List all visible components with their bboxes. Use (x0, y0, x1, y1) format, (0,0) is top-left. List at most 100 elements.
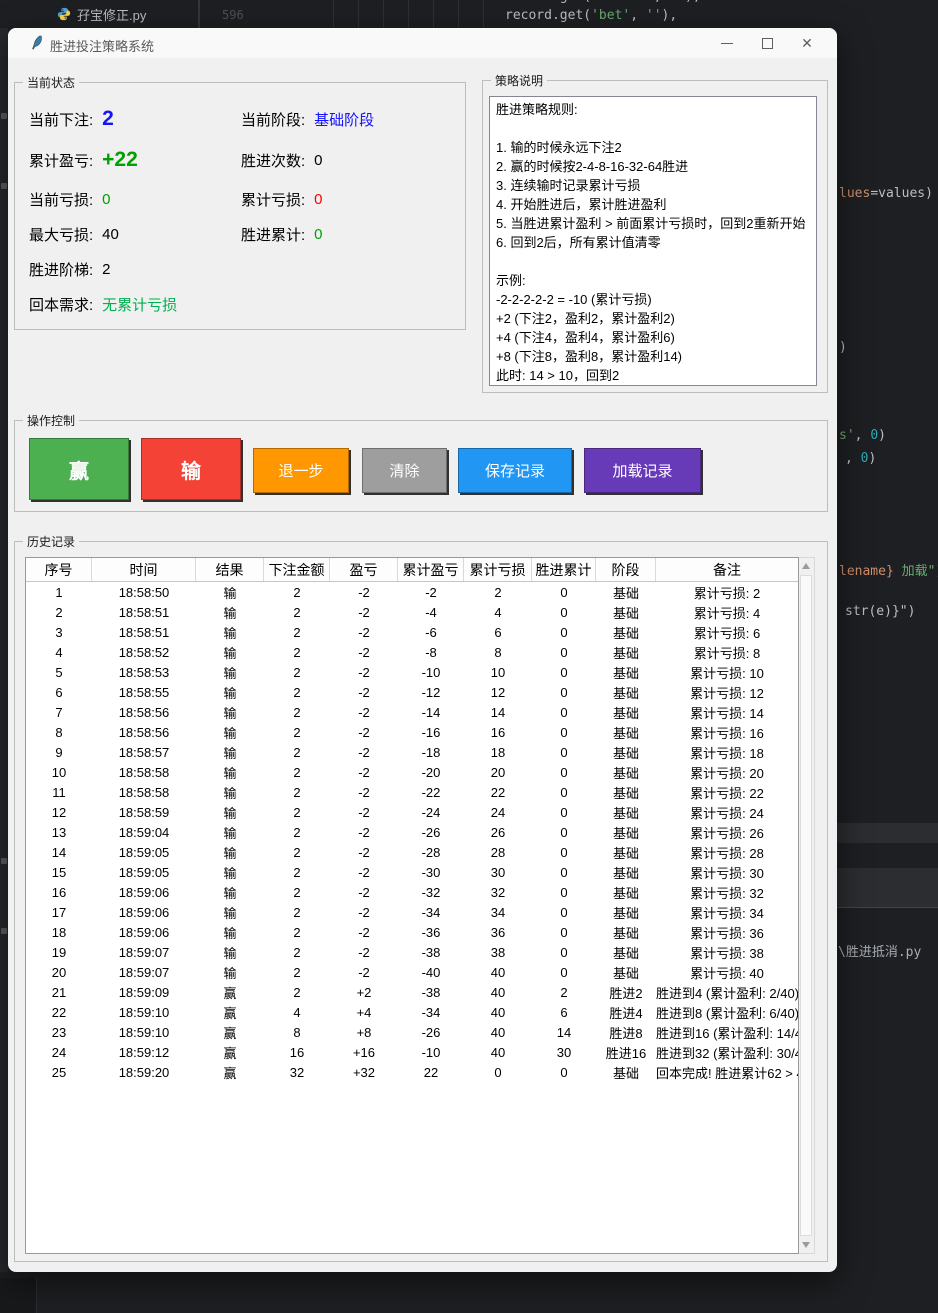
history-row[interactable]: 1318:59:04输2-2-26260基础累计亏损: 26 (26, 822, 798, 842)
minimize-button[interactable] (707, 28, 747, 58)
scrollbar-thumb[interactable] (800, 575, 812, 1236)
cell-value: 基础 (613, 823, 639, 842)
history-row[interactable]: 2518:59:20赢32+322200基础回本完成! 胜进累计62 > 40 (26, 1062, 798, 1082)
history-row[interactable]: 2318:59:10赢8+8-264014胜进8胜进到16 (累计盈利: 14/… (26, 1022, 798, 1042)
history-row[interactable]: 718:58:56输2-2-14140基础累计亏损: 14 (26, 702, 798, 722)
history-row[interactable]: 1418:59:05输2-2-28280基础累计亏损: 28 (26, 842, 798, 862)
column-header-4[interactable]: 盈亏 (330, 558, 398, 581)
history-cell: 38 (464, 942, 532, 962)
history-cell: 15 (26, 862, 92, 882)
history-cell: 5 (26, 662, 92, 682)
cell-value: 18:59:20 (119, 1065, 170, 1080)
history-cell: 19 (26, 942, 92, 962)
history-row[interactable]: 418:58:52输2-2-880基础累计亏损: 8 (26, 642, 798, 662)
column-header-6[interactable]: 累计亏损 (464, 558, 532, 581)
history-row[interactable]: 218:58:51输2-2-440基础累计亏损: 4 (26, 602, 798, 622)
clear-button[interactable]: 清除 (362, 448, 447, 493)
history-row[interactable]: 1018:58:58输2-2-20200基础累计亏损: 20 (26, 762, 798, 782)
history-row[interactable]: 2018:59:07输2-2-40400基础累计亏损: 40 (26, 962, 798, 982)
win-button[interactable]: 赢 (29, 438, 129, 500)
history-row[interactable]: 2218:59:10赢4+4-34406胜进4胜进到8 (累计盈利: 6/40) (26, 1002, 798, 1022)
history-row[interactable]: 318:58:51输2-2-660基础累计亏损: 6 (26, 622, 798, 642)
history-row[interactable]: 1818:59:06输2-2-36360基础累计亏损: 36 (26, 922, 798, 942)
status-item-left-1: 累计盈亏:+22 (29, 145, 138, 175)
history-cell: -36 (398, 922, 464, 942)
cell-value: 累计亏损: 12 (690, 683, 764, 702)
history-cell: -38 (398, 942, 464, 962)
history-row[interactable]: 918:58:57输2-2-18180基础累计亏损: 18 (26, 742, 798, 762)
history-row[interactable]: 818:58:56输2-2-16160基础累计亏损: 16 (26, 722, 798, 742)
column-header-3[interactable]: 下注金额 (264, 558, 330, 581)
column-header-5[interactable]: 累计盈亏 (398, 558, 464, 581)
history-row[interactable]: 1918:59:07输2-2-38380基础累计亏损: 38 (26, 942, 798, 962)
cell-value: -16 (422, 725, 441, 740)
maximize-button[interactable] (747, 28, 787, 58)
ide-panel-splitter[interactable] (198, 0, 200, 28)
ide-file-item[interactable]: 孖宝修正.py (57, 4, 146, 24)
column-header-2[interactable]: 结果 (196, 558, 264, 581)
cell-value: 32 (491, 885, 505, 900)
load-record-button[interactable]: 加载记录 (584, 448, 701, 493)
cell-value: 38 (491, 945, 505, 960)
history-row[interactable]: 1718:59:06输2-2-34340基础累计亏损: 34 (26, 902, 798, 922)
tool-strip-icon[interactable] (1, 858, 7, 864)
cell-value: 4 (55, 645, 62, 660)
history-row[interactable]: 2118:59:09赢2+2-38402胜进2胜进到4 (累计盈利: 2/40) (26, 982, 798, 1002)
tool-strip-icon[interactable] (1, 183, 7, 189)
column-header-8[interactable]: 阶段 (596, 558, 656, 581)
cell-value: 5 (55, 665, 62, 680)
cell-value: 18 (52, 925, 66, 940)
indent-guide (333, 0, 334, 28)
history-cell: 16 (26, 882, 92, 902)
tool-strip-icon[interactable] (1, 928, 7, 934)
history-row[interactable]: 1618:59:06输2-2-32320基础累计亏损: 32 (26, 882, 798, 902)
history-cell: 0 (532, 622, 596, 642)
cell-value: -2 (358, 805, 370, 820)
cell-value: -30 (422, 865, 441, 880)
history-cell: 18:58:55 (92, 682, 196, 702)
scroll-down-button[interactable] (799, 1237, 813, 1253)
status-group-title: 当前状态 (23, 74, 79, 91)
table-scrollbar[interactable] (799, 557, 815, 1254)
history-cell: 基础 (596, 862, 656, 882)
cell-value: 0 (560, 785, 567, 800)
column-header-9[interactable]: 备注 (656, 558, 798, 581)
code-token: '' (669, 0, 685, 4)
titlebar[interactable]: 胜进投注策略系统 ✕ (8, 28, 837, 58)
cell-value: 20 (491, 765, 505, 780)
cell-value: 28 (491, 845, 505, 860)
history-cell: 2 (26, 602, 92, 622)
scroll-up-button[interactable] (799, 558, 813, 574)
cell-value: 2 (494, 585, 501, 600)
history-row[interactable]: 1118:58:58输2-2-22220基础累计亏损: 22 (26, 782, 798, 802)
column-header-0[interactable]: 序号 (26, 558, 92, 581)
history-table-header: 序号时间结果下注金额盈亏累计盈亏累计亏损胜进累计阶段备注 (26, 558, 798, 582)
history-row[interactable]: 1518:59:05输2-2-30300基础累计亏损: 30 (26, 862, 798, 882)
column-header-1[interactable]: 时间 (92, 558, 196, 581)
close-button[interactable]: ✕ (787, 28, 827, 58)
cell-value: 18 (491, 745, 505, 760)
step-back-button[interactable]: 退一步 (253, 448, 349, 493)
cell-value: +2 (357, 985, 372, 1000)
tool-strip-icon[interactable] (1, 113, 7, 119)
history-row[interactable]: 118:58:50输2-2-220基础累计亏损: 2 (26, 582, 798, 602)
history-cell: 10 (464, 662, 532, 682)
column-header-7[interactable]: 胜进累计 (532, 558, 596, 581)
history-cell: 18:58:52 (92, 642, 196, 662)
cell-value: 基础 (613, 883, 639, 902)
lose-button[interactable]: 输 (141, 438, 241, 500)
history-cell: -2 (330, 922, 398, 942)
history-cell: 2 (264, 742, 330, 762)
history-cell: 9 (26, 742, 92, 762)
cell-value: 输 (223, 603, 236, 622)
cell-value: 胜进16 (606, 1043, 646, 1062)
cell-value: 2 (293, 845, 300, 860)
history-row[interactable]: 618:58:55输2-2-12120基础累计亏损: 12 (26, 682, 798, 702)
save-record-button[interactable]: 保存记录 (458, 448, 572, 493)
history-row[interactable]: 2418:59:12赢16+16-104030胜进16胜进到32 (累计盈利: … (26, 1042, 798, 1062)
history-row[interactable]: 518:58:53输2-2-10100基础累计亏损: 10 (26, 662, 798, 682)
history-row[interactable]: 1218:58:59输2-2-24240基础累计亏损: 24 (26, 802, 798, 822)
cell-value: 基础 (613, 903, 639, 922)
history-cell: 累计亏损: 32 (656, 882, 798, 902)
cell-value: 3 (55, 625, 62, 640)
